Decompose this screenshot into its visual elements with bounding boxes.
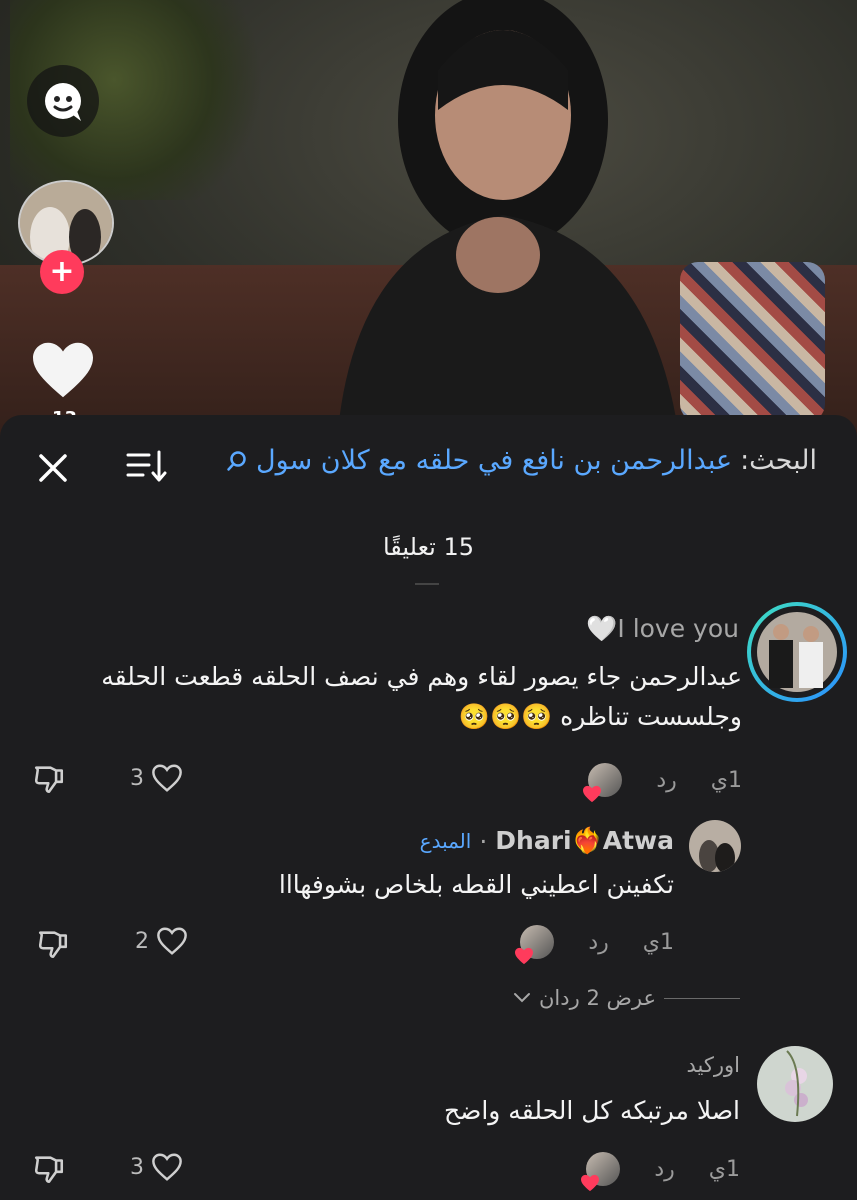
comment-time: 1ي bbox=[708, 1156, 740, 1182]
comment-avatar[interactable] bbox=[757, 1046, 833, 1122]
video-player[interactable]: + 13 bbox=[0, 0, 857, 440]
comment-text: عبدالرحمن جاء يصور لقاء وهم في نصف الحلق… bbox=[42, 657, 742, 737]
comment-like-count: 3 bbox=[130, 1154, 144, 1180]
comment-author[interactable]: I love you🤍 bbox=[586, 614, 739, 644]
comment-time: 1ي bbox=[642, 929, 674, 955]
comment-text: اصلا مرتبكه كل الحلقه واضح bbox=[443, 1096, 740, 1125]
like-heart-icon[interactable] bbox=[30, 340, 96, 400]
video-background-cushion bbox=[680, 262, 825, 422]
view-replies-label: عرض 2 ردان bbox=[539, 986, 656, 1010]
comment-like-count: 3 bbox=[130, 765, 144, 791]
dislike-icon[interactable] bbox=[32, 762, 66, 796]
divider bbox=[415, 583, 439, 585]
comment-text: تكفينن اعطيني القطه بلخاص بشوفهااا bbox=[278, 870, 674, 899]
heart-outline-icon bbox=[152, 764, 182, 792]
chevron-down-icon bbox=[514, 993, 530, 1003]
comment-text-line: وجلسست تناظره 🥺🥺🥺 bbox=[458, 702, 742, 731]
reply-button[interactable]: رد bbox=[656, 768, 676, 793]
comment-text-line: عبدالرحمن جاء يصور لقاء وهم في نصف الحلق… bbox=[101, 662, 742, 691]
view-replies-line bbox=[664, 997, 740, 999]
sort-icon[interactable] bbox=[123, 443, 169, 489]
comment-like[interactable]: 3 bbox=[130, 763, 184, 793]
comment-avatar-image bbox=[757, 612, 837, 692]
comment-avatar[interactable] bbox=[747, 602, 847, 702]
dislike-icon[interactable] bbox=[36, 927, 70, 961]
reply-button[interactable]: رد bbox=[654, 1157, 674, 1182]
dislike-icon[interactable] bbox=[32, 1152, 66, 1186]
heart-outline-icon bbox=[157, 927, 187, 955]
search-icon bbox=[227, 450, 246, 471]
close-icon[interactable] bbox=[30, 445, 76, 491]
comment-avatar[interactable] bbox=[689, 820, 741, 872]
dot-separator: · bbox=[479, 826, 488, 856]
comment-author-row: Dhari❤️‍🔥Atwa · المبدع bbox=[420, 826, 674, 856]
search-query[interactable]: عبدالرحمن بن نافع في حلقه مع كلان سول bbox=[256, 445, 732, 476]
comments-topbar: البحث: عبدالرحمن بن نافع في حلقه مع كلان… bbox=[0, 415, 857, 515]
creator-liked-avatar bbox=[583, 763, 623, 803]
creator-liked-avatar bbox=[515, 925, 555, 965]
search-query-link[interactable]: البحث: عبدالرحمن بن نافع في حلقه مع كلان… bbox=[226, 445, 817, 476]
heart-outline-icon bbox=[152, 1153, 182, 1181]
heart-badge-icon bbox=[515, 947, 534, 965]
comment-avatar-image bbox=[689, 820, 741, 872]
comment-meta: 1ي رد bbox=[583, 763, 742, 803]
video-person-image bbox=[338, 0, 678, 430]
reply-button[interactable]: رد bbox=[588, 930, 608, 955]
search-label: البحث: bbox=[740, 445, 817, 476]
follow-plus-button[interactable]: + bbox=[40, 250, 84, 294]
comment-like[interactable]: 2 bbox=[135, 926, 189, 956]
comment-time: 1ي bbox=[710, 767, 742, 793]
comment-author[interactable]: Dhari❤️‍🔥Atwa bbox=[495, 826, 674, 856]
comment-meta: 1ي رد bbox=[581, 1152, 740, 1192]
heart-badge-icon bbox=[581, 1174, 600, 1192]
comment-like[interactable]: 3 bbox=[130, 1152, 184, 1182]
view-replies-button[interactable]: عرض 2 ردان bbox=[513, 986, 740, 1010]
comment-like-count: 2 bbox=[135, 928, 149, 954]
comment-meta: 1ي رد bbox=[515, 925, 674, 965]
comments-count: 15 تعليقًا bbox=[382, 533, 475, 561]
video-action-rail: + 13 bbox=[0, 0, 130, 440]
comment-author[interactable]: اوركيد bbox=[687, 1053, 740, 1077]
heart-badge-icon bbox=[583, 785, 602, 803]
comment-bubble-button[interactable] bbox=[27, 65, 99, 137]
comment-avatar-image bbox=[757, 1046, 833, 1122]
creator-liked-avatar bbox=[581, 1152, 621, 1192]
comments-sheet: البحث: عبدالرحمن بن نافع في حلقه مع كلان… bbox=[0, 415, 857, 1200]
creator-badge: المبدع bbox=[419, 829, 472, 853]
chat-smile-icon bbox=[45, 83, 81, 121]
